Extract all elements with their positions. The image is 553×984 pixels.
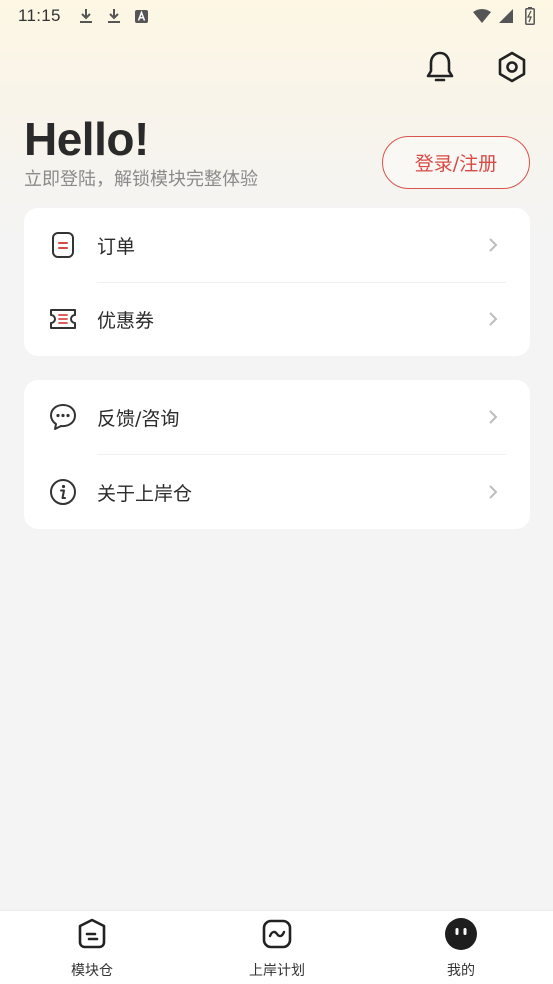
menu-item-about[interactable]: 关于上岸仓 [24,455,530,529]
tab-label: 我的 [447,963,475,979]
tab-label: 上岸计划 [249,963,305,979]
chevron-right-icon [486,236,500,254]
plan-wave-icon [260,917,294,951]
text-a-icon [133,7,151,25]
chat-bubble-icon [48,402,78,432]
tab-label: 模块仓 [71,963,113,979]
menu-item-label: 订单 [97,235,136,258]
greeting-subtitle: 立即登陆，解锁模块完整体验 [24,169,258,190]
status-notification-icons [77,7,151,25]
module-face-icon [75,917,109,951]
tab-plan[interactable]: 上岸计划 [217,911,337,984]
coupon-ticket-icon [48,304,78,334]
me-face-icon [444,917,478,951]
wifi-icon [473,7,491,25]
signal-icon [497,7,515,25]
download-icon [105,7,123,25]
menu-item-feedback[interactable]: 反馈/咨询 [24,380,530,454]
bell-icon[interactable] [423,50,457,84]
menu-item-coupons[interactable]: 优惠券 [24,282,530,356]
header-actions [423,50,529,84]
chevron-right-icon [486,310,500,328]
status-system-icons [473,7,539,25]
menu-item-label: 关于上岸仓 [97,482,193,505]
bottom-tab-bar: 模块仓 上岸计划 我的 [0,910,553,984]
status-time: 11:15 [18,6,61,25]
settings-hexagon-icon[interactable] [495,50,529,84]
menu-item-orders[interactable]: 订单 [24,208,530,282]
tab-modules[interactable]: 模块仓 [32,911,152,984]
info-circle-icon [48,477,78,507]
download-icon [77,7,95,25]
greeting-title: Hello! [24,113,149,165]
status-bar: 11:15 [0,0,553,32]
tab-me[interactable]: 我的 [401,911,521,984]
chevron-right-icon [486,483,500,501]
menu-item-label: 反馈/咨询 [97,407,180,430]
menu-item-label: 优惠券 [97,309,155,332]
order-document-icon [48,230,78,260]
menu-card-primary: 订单 优惠券 [24,208,530,356]
battery-icon [521,7,539,25]
menu-card-secondary: 反馈/咨询 关于上岸仓 [24,380,530,529]
chevron-right-icon [486,408,500,426]
login-register-button[interactable]: 登录/注册 [382,136,530,189]
